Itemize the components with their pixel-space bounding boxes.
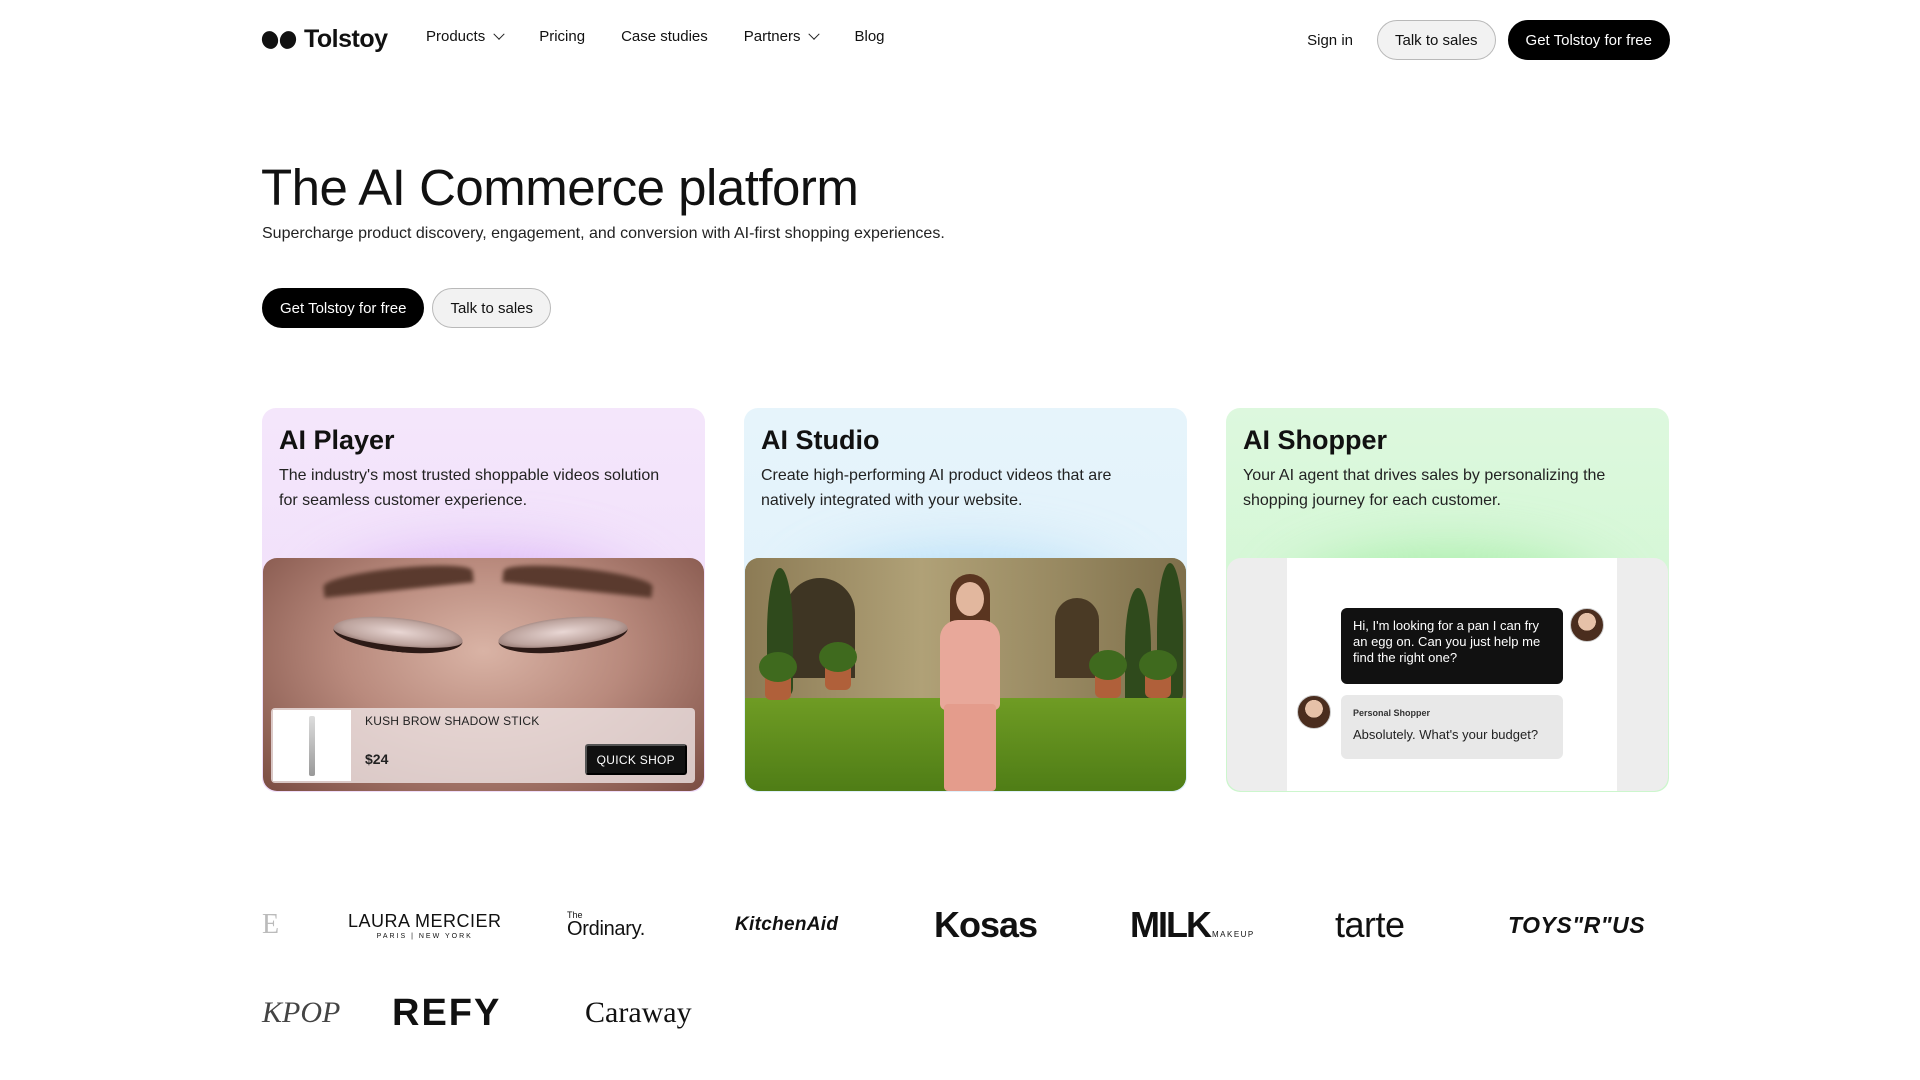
nav-actions: Sign in Talk to sales Get Tolstoy for fr… (1307, 20, 1670, 60)
hero-subtitle: Supercharge product discovery, engagemen… (262, 225, 945, 242)
ai-studio-description: Create high-performing AI product videos… (761, 467, 1112, 509)
logo-text: Tolstoy (304, 25, 388, 53)
brand-logo-kitchenaid: KitchenAid (735, 914, 839, 935)
brand-logo-tarte: tarte (1335, 904, 1405, 945)
eye-graphic (496, 611, 630, 659)
personal-shopper-avatar (1297, 695, 1331, 729)
nav-case-studies[interactable]: Case studies (621, 28, 708, 45)
brand-logo-partial: KPOP (262, 996, 341, 1029)
laura-mercier-name: LAURA MERCIER (348, 910, 502, 931)
hero-title: The AI Commerce platform (261, 159, 859, 216)
ai-studio-title: AI Studio (761, 425, 880, 455)
product-tile[interactable]: KUSH BROW SHADOW STICK $24 QUICK SHOP (271, 708, 695, 783)
brand-logo-the-ordinary: The Ordinary. (567, 900, 645, 950)
tolstoy-logo[interactable]: Tolstoy (259, 25, 388, 54)
chevron-down-icon (808, 28, 821, 40)
eye-graphic (331, 611, 465, 659)
ai-studio-video[interactable] (745, 558, 1186, 791)
nav-case-studies-label: Case studies (621, 28, 708, 45)
top-navigation: Tolstoy Products Pricing Case studies Pa… (0, 0, 1920, 80)
tolstoy-logo-icon (259, 28, 299, 51)
nav-products[interactable]: Products (426, 28, 505, 45)
milk-name: MILK (1130, 904, 1212, 945)
bot-message-bubble: Personal Shopper Absolutely. What's your… (1341, 695, 1563, 759)
brand-logo-laura-mercier: LAURA MERCIER PARIS | NEW YORK (348, 900, 502, 950)
model-figure-graphic (930, 568, 1010, 791)
brand-logo-refy: REFY (392, 991, 502, 1034)
plant-pot-graphic (759, 652, 797, 700)
bot-message-text: Absolutely. What's your budget? (1353, 727, 1539, 742)
plant-pot-graphic (1089, 650, 1127, 698)
eyebrow-graphic (322, 560, 474, 598)
nav-partners[interactable]: Partners (743, 28, 821, 45)
ai-shopper-card[interactable]: AI Shopper Your AI agent that drives sal… (1226, 408, 1669, 792)
brand-logo-partial: E (262, 909, 280, 940)
nav-blog[interactable]: Blog (854, 28, 884, 45)
chat-panel: Hi, I'm looking for a pan I can fry an e… (1287, 558, 1617, 791)
ai-shopper-title: AI Shopper (1243, 425, 1388, 455)
chevron-down-icon (493, 28, 505, 40)
plant-pot-graphic (1139, 650, 1177, 698)
nav-pricing[interactable]: Pricing (539, 28, 585, 45)
the-ordinary-name: Ordinary. (567, 917, 646, 940)
user-message-bubble: Hi, I'm looking for a pan I can fry an e… (1341, 608, 1563, 684)
brand-logo-kosas: Kosas (934, 904, 1038, 945)
get-tolstoy-free-button[interactable]: Get Tolstoy for free (1507, 20, 1670, 60)
nav-pricing-label: Pricing (539, 28, 586, 45)
product-name: KUSH BROW SHADOW STICK (365, 714, 540, 728)
hero-talk-to-sales-button[interactable]: Talk to sales (432, 288, 551, 328)
nav-products-label: Products (426, 28, 486, 45)
ai-shopper-chat-preview: Hi, I'm looking for a pan I can fry an e… (1227, 558, 1668, 791)
ai-player-card[interactable]: AI Player The industry's most trusted sh… (262, 408, 705, 792)
ai-shopper-description: Your AI agent that drives sales by perso… (1243, 467, 1606, 509)
brand-logo-caraway: Caraway (585, 996, 692, 1029)
ai-player-description: The industry's most trusted shoppable vi… (279, 467, 660, 509)
nav-partners-label: Partners (743, 28, 801, 45)
hero-get-tolstoy-free-button[interactable]: Get Tolstoy for free (262, 288, 425, 328)
brand-logos-row: E LAURA MERCIER PARIS | NEW YORK The Ord… (262, 900, 1662, 950)
talk-to-sales-button[interactable]: Talk to sales (1377, 20, 1496, 60)
brow-stick-image (309, 716, 315, 776)
quick-shop-button[interactable]: QUICK SHOP (584, 744, 687, 775)
main-menu: Products Pricing Case studies Partners B… (426, 28, 885, 45)
brand-logo-toys-r-us: TOYS"R"US (1508, 911, 1646, 938)
brand-logos-row: KPOP REFY Caraway (262, 988, 1662, 1038)
eyebrow-graphic (502, 560, 654, 598)
plant-pot-graphic (819, 642, 857, 690)
brand-logo-milk-makeup: MILK MAKEUP (1130, 900, 1255, 950)
sign-in-link[interactable]: Sign in (1307, 32, 1353, 49)
nav-blog-label: Blog (854, 28, 885, 45)
laura-mercier-tagline: PARIS | NEW YORK (376, 932, 473, 940)
hero-actions: Get Tolstoy for free Talk to sales (262, 288, 551, 328)
ai-studio-card[interactable]: AI Studio Create high-performing AI prod… (744, 408, 1187, 792)
bot-name-label: Personal Shopper (1353, 708, 1431, 718)
user-avatar (1570, 608, 1604, 642)
ai-player-video[interactable]: KUSH BROW SHADOW STICK $24 QUICK SHOP (263, 558, 704, 791)
product-price: $24 (365, 751, 389, 767)
milk-sub: MAKEUP (1211, 929, 1255, 939)
ai-player-title: AI Player (279, 425, 395, 455)
product-thumbnail (273, 710, 351, 781)
